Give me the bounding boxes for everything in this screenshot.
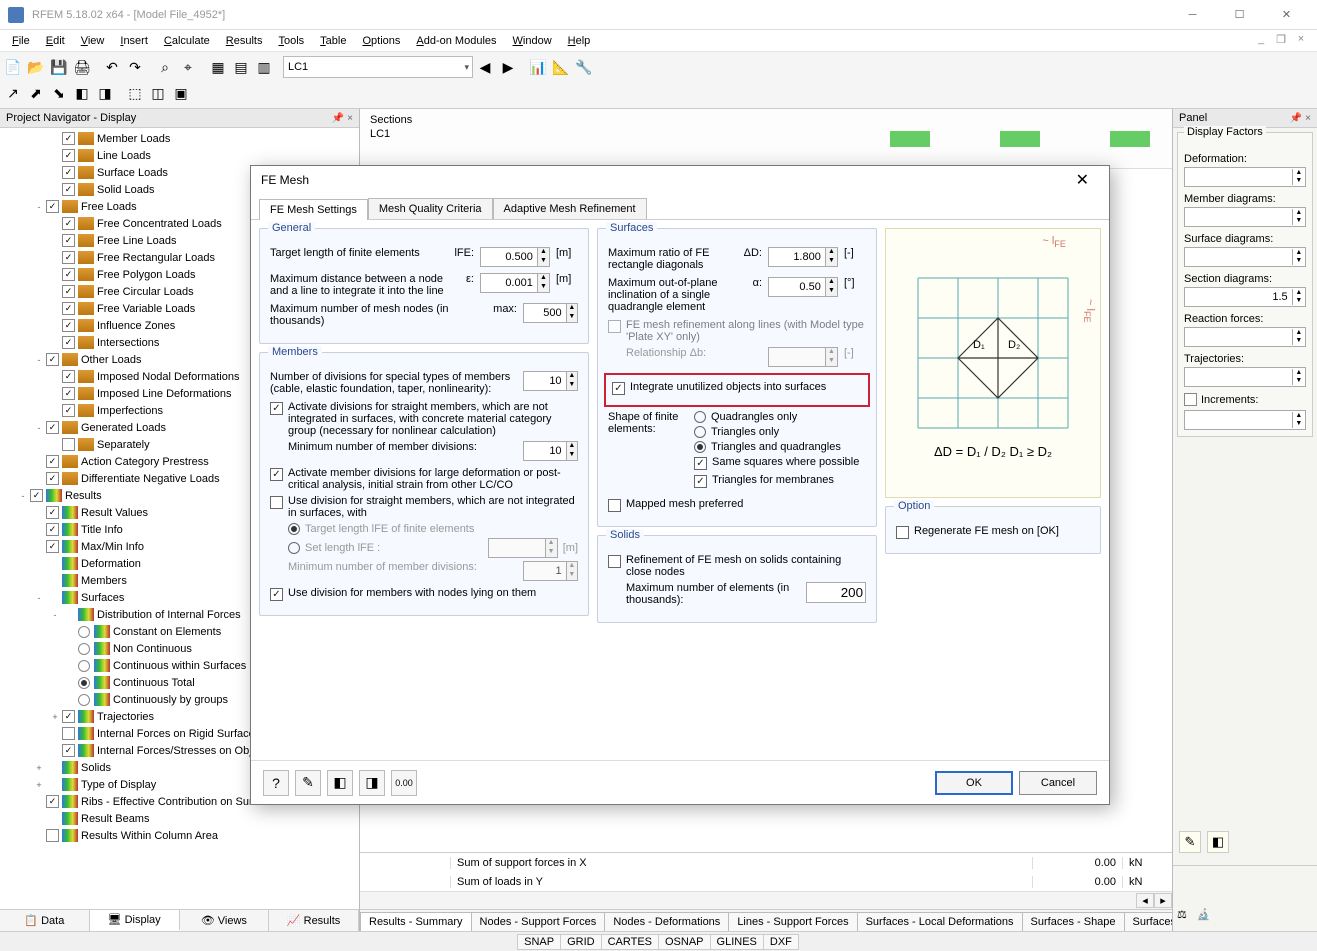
use-division-checkbox[interactable]	[270, 496, 283, 509]
group-general: General Target length of finite elements…	[259, 228, 589, 344]
tab-adaptive-mesh[interactable]: Adaptive Mesh Refinement	[493, 198, 647, 219]
min-divisions2-input: ▲▼	[523, 561, 578, 581]
divisions-input[interactable]: ▲▼	[523, 371, 578, 391]
svg-text:D₂: D₂	[1008, 339, 1020, 351]
svg-text:D₁: D₁	[973, 339, 985, 351]
dialog-footer: ? ✎ ◧ ◨ 0.00 OK Cancel	[251, 760, 1109, 804]
max-distance-input[interactable]: ▲▼	[480, 273, 550, 293]
fe-mesh-dialog: FE Mesh ✕ FE Mesh Settings Mesh Quality …	[250, 165, 1110, 805]
group-surfaces: Surfaces Maximum ratio of FE rectangle d…	[597, 228, 877, 527]
diagram-formula: ΔD = D₁ / D₂ D₁ ≥ D₂	[934, 444, 1052, 459]
mesh-diagram: D₁D₂ ~ lFE ~ lFE ΔD = D₁ / D₂ D₁ ≥ D₂	[885, 228, 1101, 498]
dialog-titlebar[interactable]: FE Mesh ✕	[251, 166, 1109, 194]
modal-overlay: FE Mesh ✕ FE Mesh Settings Mesh Quality …	[0, 0, 1317, 950]
group-option: Option Regenerate FE mesh on [OK]	[885, 506, 1101, 554]
regenerate-checkbox[interactable]	[896, 526, 909, 539]
triangles-membranes-checkbox[interactable]	[694, 475, 707, 488]
tab-fe-mesh-settings[interactable]: FE Mesh Settings	[259, 199, 368, 220]
shape-tri-radio[interactable]	[694, 426, 706, 438]
min-divisions-input[interactable]: ▲▼	[523, 441, 578, 461]
group-solids: Solids Refinement of FE mesh on solids c…	[597, 535, 877, 623]
highlight-integrate-option: Integrate unutilized objects into surfac…	[604, 373, 870, 407]
shape-quad-radio[interactable]	[694, 411, 706, 423]
ratio-input[interactable]: ▲▼	[768, 247, 838, 267]
tab-mesh-quality[interactable]: Mesh Quality Criteria	[368, 198, 493, 219]
set-length-radio	[288, 542, 300, 554]
help-button[interactable]: ?	[263, 770, 289, 796]
cancel-button[interactable]: Cancel	[1019, 771, 1097, 795]
relationship-input: ▲▼	[768, 347, 838, 367]
integrate-objects-checkbox[interactable]	[612, 382, 625, 395]
max-elements-input[interactable]	[806, 582, 866, 603]
same-squares-checkbox[interactable]	[694, 457, 707, 470]
target-length-radio	[288, 523, 300, 535]
dialog-close-button[interactable]: ✕	[1066, 170, 1099, 190]
settings2-button[interactable]: ◨	[359, 770, 385, 796]
activate-divisions-checkbox[interactable]	[270, 402, 283, 415]
group-members: Members Number of divisions for special …	[259, 352, 589, 616]
inclination-input[interactable]: ▲▼	[768, 277, 838, 297]
refine-lines-checkbox	[608, 320, 621, 333]
settings-button[interactable]: ◧	[327, 770, 353, 796]
set-length-input: ▲▼	[488, 538, 558, 558]
target-length-input[interactable]: ▲▼	[480, 247, 550, 267]
use-division-nodes-checkbox[interactable]	[270, 588, 283, 601]
dialog-tabs: FE Mesh Settings Mesh Quality Criteria A…	[251, 194, 1109, 220]
refine-solids-checkbox[interactable]	[608, 555, 621, 568]
edit-button[interactable]: ✎	[295, 770, 321, 796]
max-nodes-input[interactable]: ▲▼	[523, 303, 578, 323]
shape-both-radio[interactable]	[694, 441, 706, 453]
reset-button[interactable]: 0.00	[391, 770, 417, 796]
dialog-title: FE Mesh	[261, 173, 309, 187]
ok-button[interactable]: OK	[935, 771, 1013, 795]
mapped-mesh-checkbox[interactable]	[608, 499, 621, 512]
activate-large-deform-checkbox[interactable]	[270, 468, 283, 481]
